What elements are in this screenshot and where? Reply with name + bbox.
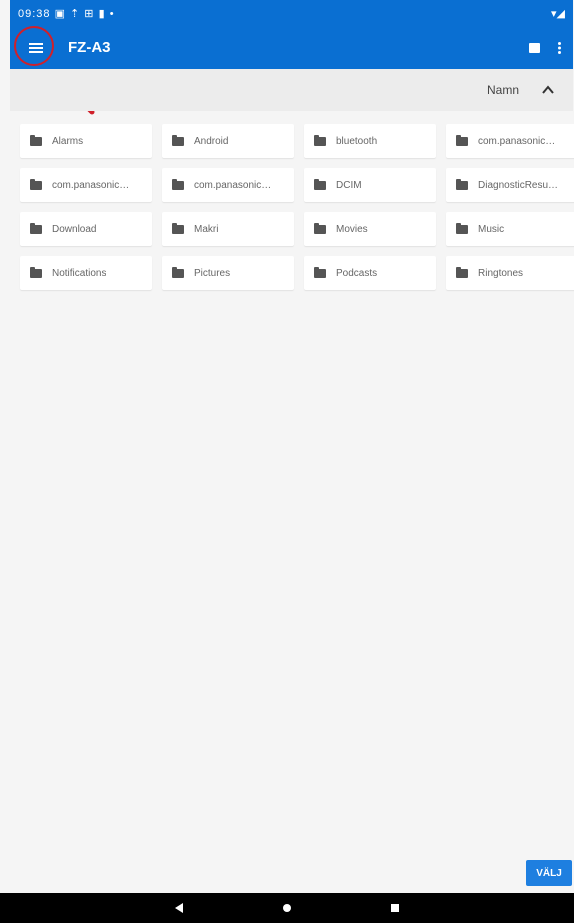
folder-name: Android xyxy=(194,135,229,147)
folder-name: com.panasonic… xyxy=(52,179,130,191)
folder-icon xyxy=(172,222,184,234)
folder-icon xyxy=(30,266,42,278)
folder-item[interactable]: com.panasonic… xyxy=(20,168,152,202)
folder-item[interactable]: Ringtones xyxy=(446,256,574,290)
folder-name: Movies xyxy=(336,223,368,235)
annotation-circle xyxy=(14,26,54,66)
status-bar: 09:38 ▣ ⇡ ⊞ ▮ • ▾◢ xyxy=(10,0,573,26)
folder-name: com.panasonic… xyxy=(194,179,272,191)
folder-name: DiagnosticResu… xyxy=(478,179,559,191)
sort-label: Namn xyxy=(486,83,519,97)
folder-icon xyxy=(456,134,468,146)
sort-bar[interactable]: Namn xyxy=(10,69,573,111)
app-bar: FZ-A3 xyxy=(10,26,573,69)
chevron-up-icon[interactable] xyxy=(541,83,555,97)
folder-item[interactable]: com.panasonic… xyxy=(162,168,294,202)
folder-name: Ringtones xyxy=(478,267,524,279)
folder-icon xyxy=(30,222,42,234)
folder-icon xyxy=(314,134,326,146)
folder-item[interactable]: Alarms xyxy=(20,124,152,158)
folder-name: Makri xyxy=(194,223,219,235)
folder-item[interactable]: DiagnosticResu… xyxy=(446,168,574,202)
folder-item[interactable]: DCIM xyxy=(304,168,436,202)
folder-icon xyxy=(172,266,184,278)
folder-icon xyxy=(172,134,184,146)
folder-item[interactable]: Music xyxy=(446,212,574,246)
folder-name: com.panasonic… xyxy=(478,135,556,147)
folder-icon xyxy=(456,178,468,190)
folder-icon xyxy=(30,178,42,190)
recents-icon[interactable] xyxy=(391,904,399,912)
folder-name: Pictures xyxy=(194,267,231,279)
folder-icon xyxy=(172,178,184,190)
folder-name: Notifications xyxy=(52,267,107,279)
folder-item[interactable]: Notifications xyxy=(20,256,152,290)
folder-name: DCIM xyxy=(336,179,362,191)
folder-icon xyxy=(30,134,42,146)
app-title: FZ-A3 xyxy=(68,39,111,56)
view-toggle-icon[interactable] xyxy=(529,42,540,53)
folder-item[interactable]: bluetooth xyxy=(304,124,436,158)
folder-name: bluetooth xyxy=(336,135,378,147)
folder-name: Alarms xyxy=(52,135,84,147)
folder-icon xyxy=(314,178,326,190)
select-button[interactable]: VÄLJ xyxy=(526,860,572,886)
folder-item[interactable]: Download xyxy=(20,212,152,246)
folder-grid: Alarms Android bluetooth com.panasonic… … xyxy=(20,124,574,290)
status-left: 09:38 ▣ ⇡ ⊞ ▮ • xyxy=(18,7,115,20)
folder-name: Music xyxy=(478,223,505,235)
system-nav-bar xyxy=(0,893,574,923)
status-right: ▾◢ xyxy=(551,7,565,20)
folder-item[interactable]: Movies xyxy=(304,212,436,246)
more-options-icon[interactable] xyxy=(558,41,561,54)
folder-icon xyxy=(456,266,468,278)
folder-icon xyxy=(314,222,326,234)
folder-item[interactable]: com.panasonic… xyxy=(446,124,574,158)
folder-name: Podcasts xyxy=(336,267,378,279)
folder-item[interactable]: Makri xyxy=(162,212,294,246)
folder-icon xyxy=(456,222,468,234)
folder-name: Download xyxy=(52,223,97,235)
folder-item[interactable]: Podcasts xyxy=(304,256,436,290)
folder-item[interactable]: Pictures xyxy=(162,256,294,290)
folder-icon xyxy=(314,266,326,278)
home-icon[interactable] xyxy=(283,904,291,912)
folder-item[interactable]: Android xyxy=(162,124,294,158)
back-icon[interactable] xyxy=(175,903,183,913)
appbar-actions xyxy=(529,41,573,54)
